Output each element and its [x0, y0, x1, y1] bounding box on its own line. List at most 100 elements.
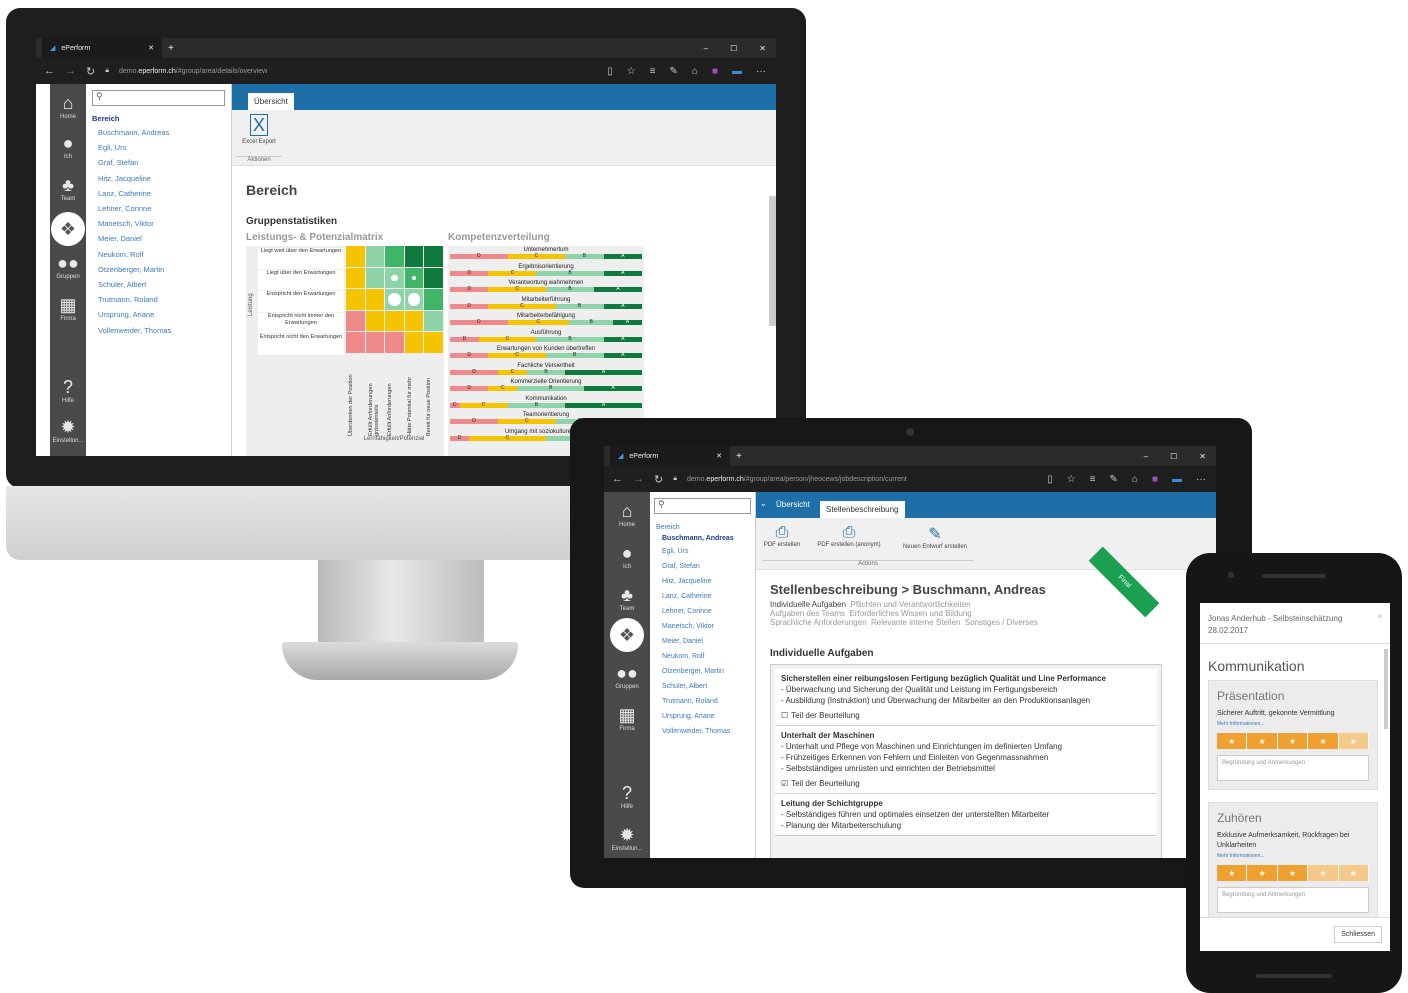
cubes-icon[interactable]: ❖ — [610, 618, 644, 652]
sidebar-firma[interactable]: ▦ Firma — [604, 706, 650, 732]
pdf-anon-button[interactable]: ⎙ PDF erstellen (anonym) — [812, 524, 886, 548]
star-rating[interactable]: ★ ★ ★ ★ ★ — [1217, 733, 1370, 749]
more-icon[interactable]: ··· — [756, 66, 766, 77]
more-info-link[interactable]: Mehr Informationen... — [1217, 853, 1369, 859]
web-note-icon[interactable]: ✎ — [1110, 474, 1118, 485]
url-field[interactable]: demo.eperform.ch/#group/area/person/jheo… — [687, 476, 907, 483]
sidebar-home[interactable]: ⌂ Home — [604, 502, 650, 528]
favorite-star-icon[interactable]: ☆ — [627, 66, 636, 77]
close-tab-icon[interactable]: ✕ — [148, 44, 154, 52]
nav-item[interactable]: Schuler, Albert — [86, 277, 231, 292]
nav-item[interactable]: Lanz, Catherine — [650, 589, 755, 604]
star-icon[interactable]: ★ — [1217, 733, 1248, 749]
star-icon[interactable]: ★ — [1277, 733, 1309, 749]
hub-icon[interactable]: ≡ — [1090, 474, 1096, 485]
nav-item[interactable]: Meier, Daniel — [86, 231, 231, 246]
cubes-icon[interactable]: ❖ — [51, 212, 85, 246]
minimize-button[interactable]: – — [1144, 452, 1148, 461]
star-icon[interactable]: ★ — [1338, 865, 1370, 881]
close-icon[interactable]: × — [1377, 611, 1382, 623]
nav-item[interactable]: Neukom, Rolf — [650, 649, 755, 664]
sidebar-settings[interactable]: ✹ Einstellun... — [50, 418, 86, 444]
tab-overview[interactable]: Übersicht — [248, 93, 294, 110]
more-info-link[interactable]: Mehr Informationen... — [1217, 721, 1369, 727]
close-window-button[interactable]: ✕ — [1199, 452, 1206, 461]
link-interne-stellen[interactable]: Relevante interne Stellen — [871, 618, 960, 627]
new-draft-button[interactable]: ✎ Neuen Entwurf erstellen — [896, 524, 974, 550]
link-individuelle-aufgaben[interactable]: Individuelle Aufgaben — [770, 600, 846, 609]
refresh-icon[interactable]: ↻ — [86, 65, 95, 78]
excel-export-button[interactable]: X Excel Export — [236, 114, 282, 145]
browser-tab[interactable]: ◢ ePerform ✕ — [42, 38, 162, 58]
more-icon[interactable]: ··· — [1196, 474, 1206, 485]
back-icon[interactable]: ← — [44, 65, 55, 77]
nav-item[interactable]: Buschmann, Andreas — [86, 125, 231, 140]
scrollbar[interactable] — [769, 196, 776, 326]
close-window-button[interactable]: ✕ — [759, 44, 766, 53]
nav-item[interactable]: Graf, Stefan — [86, 155, 231, 170]
nav-item[interactable]: Graf, Stefan — [650, 559, 755, 574]
link-sprache[interactable]: Sprachliche Anforderungen — [770, 618, 867, 627]
nav-item[interactable]: Egli, Urs — [86, 140, 231, 155]
favorite-star-icon[interactable]: ☆ — [1067, 474, 1076, 485]
search-input[interactable]: ⚲ — [654, 498, 751, 514]
nav-item[interactable]: Trutmann, Roland — [650, 694, 755, 709]
nav-item[interactable]: Hitz, Jacqueline — [650, 574, 755, 589]
nav-item[interactable]: Vollenweider, Thomas — [650, 724, 755, 739]
feedback-icon[interactable]: ▬ — [732, 66, 742, 77]
onenote-icon[interactable]: ■ — [1152, 474, 1158, 485]
star-rating[interactable]: ★ ★ ★ ★ ★ — [1217, 865, 1370, 881]
nav-item[interactable]: Lanz, Catherine — [86, 186, 231, 201]
search-input[interactable]: ⚲ — [92, 90, 225, 106]
sidebar-team[interactable]: ♣ Team — [50, 176, 86, 202]
reading-view-icon[interactable]: ▯ — [1047, 474, 1053, 485]
nav-item[interactable]: Lehner, Corinne — [86, 201, 231, 216]
star-icon[interactable]: ★ — [1338, 733, 1370, 749]
sidebar-hilfe[interactable]: ? Hilfe — [50, 378, 86, 404]
sidebar-hilfe[interactable]: ? Hilfe — [604, 784, 650, 810]
pdf-button[interactable]: ⎙ PDF erstellen — [762, 524, 802, 548]
sidebar-team[interactable]: ♣ Team — [604, 586, 650, 612]
minimize-button[interactable]: – — [704, 44, 708, 53]
nav-item[interactable]: Vollenweider, Thomas — [86, 323, 231, 338]
nav-item[interactable]: Ursprung, Ariane — [86, 307, 231, 322]
share-icon[interactable]: ⌂ — [1132, 474, 1138, 485]
scrollbar[interactable] — [1384, 649, 1388, 729]
nav-item[interactable]: Manetsch, Viktor — [650, 619, 755, 634]
star-icon[interactable]: ★ — [1308, 733, 1339, 749]
nav-item[interactable]: Lehner, Corinne — [650, 604, 755, 619]
nav-item[interactable]: Ursprung, Ariane — [650, 709, 755, 724]
star-icon[interactable]: ★ — [1247, 733, 1278, 749]
nav-item[interactable]: Schuler, Albert — [650, 679, 755, 694]
assessment-checkbox[interactable]: ☑ Teil der Beurteilung — [781, 778, 1151, 789]
feedback-icon[interactable]: ▬ — [1172, 474, 1182, 485]
link-sonstiges[interactable]: Sonstiges / Diverses — [965, 618, 1038, 627]
star-icon[interactable]: ★ — [1247, 865, 1278, 881]
maximize-button[interactable]: ☐ — [1170, 452, 1177, 461]
nav-item[interactable]: Egli, Urs — [650, 544, 755, 559]
reading-view-icon[interactable]: ▯ — [607, 66, 613, 77]
nav-root-bereich[interactable]: Bereich — [650, 520, 755, 533]
forward-icon[interactable]: → — [633, 473, 644, 485]
onenote-icon[interactable]: ■ — [712, 66, 718, 77]
nav-item[interactable]: Manetsch, Viktor — [86, 216, 231, 231]
link-aufgaben-team[interactable]: Aufgaben des Teams — [770, 609, 845, 618]
close-tab-icon[interactable]: ✕ — [716, 452, 722, 460]
browser-tab[interactable]: ◢ ePerform ✕ — [610, 446, 730, 466]
back-icon[interactable]: ← — [612, 473, 623, 485]
sidebar-home[interactable]: ⌂ Home — [50, 94, 86, 120]
close-button[interactable]: Schliessen — [1334, 926, 1382, 943]
comment-input[interactable]: Begründung und Anmerkungen — [1217, 887, 1369, 913]
nav-item-active[interactable]: Buschmann, Andreas — [650, 533, 755, 544]
sidebar-firma[interactable]: ▦ Firma — [50, 296, 86, 322]
link-pflichten[interactable]: Pflichten und Verantwortlichkeiten — [851, 600, 971, 609]
nav-item[interactable]: Meier, Daniel — [650, 634, 755, 649]
checkbox-icon[interactable]: ☑ — [781, 779, 788, 788]
star-icon[interactable]: ★ — [1217, 865, 1248, 881]
link-wissen[interactable]: Erforderliches Wissen und Bildung — [849, 609, 971, 618]
comment-input[interactable]: Begründung und Anmerkungen — [1217, 755, 1369, 781]
nav-item[interactable]: Otzenberger, Martin — [86, 262, 231, 277]
chevron-down-icon[interactable]: ⌄ — [760, 499, 767, 508]
nav-root-bereich[interactable]: Bereich — [86, 112, 231, 125]
star-icon[interactable]: ★ — [1277, 865, 1309, 881]
